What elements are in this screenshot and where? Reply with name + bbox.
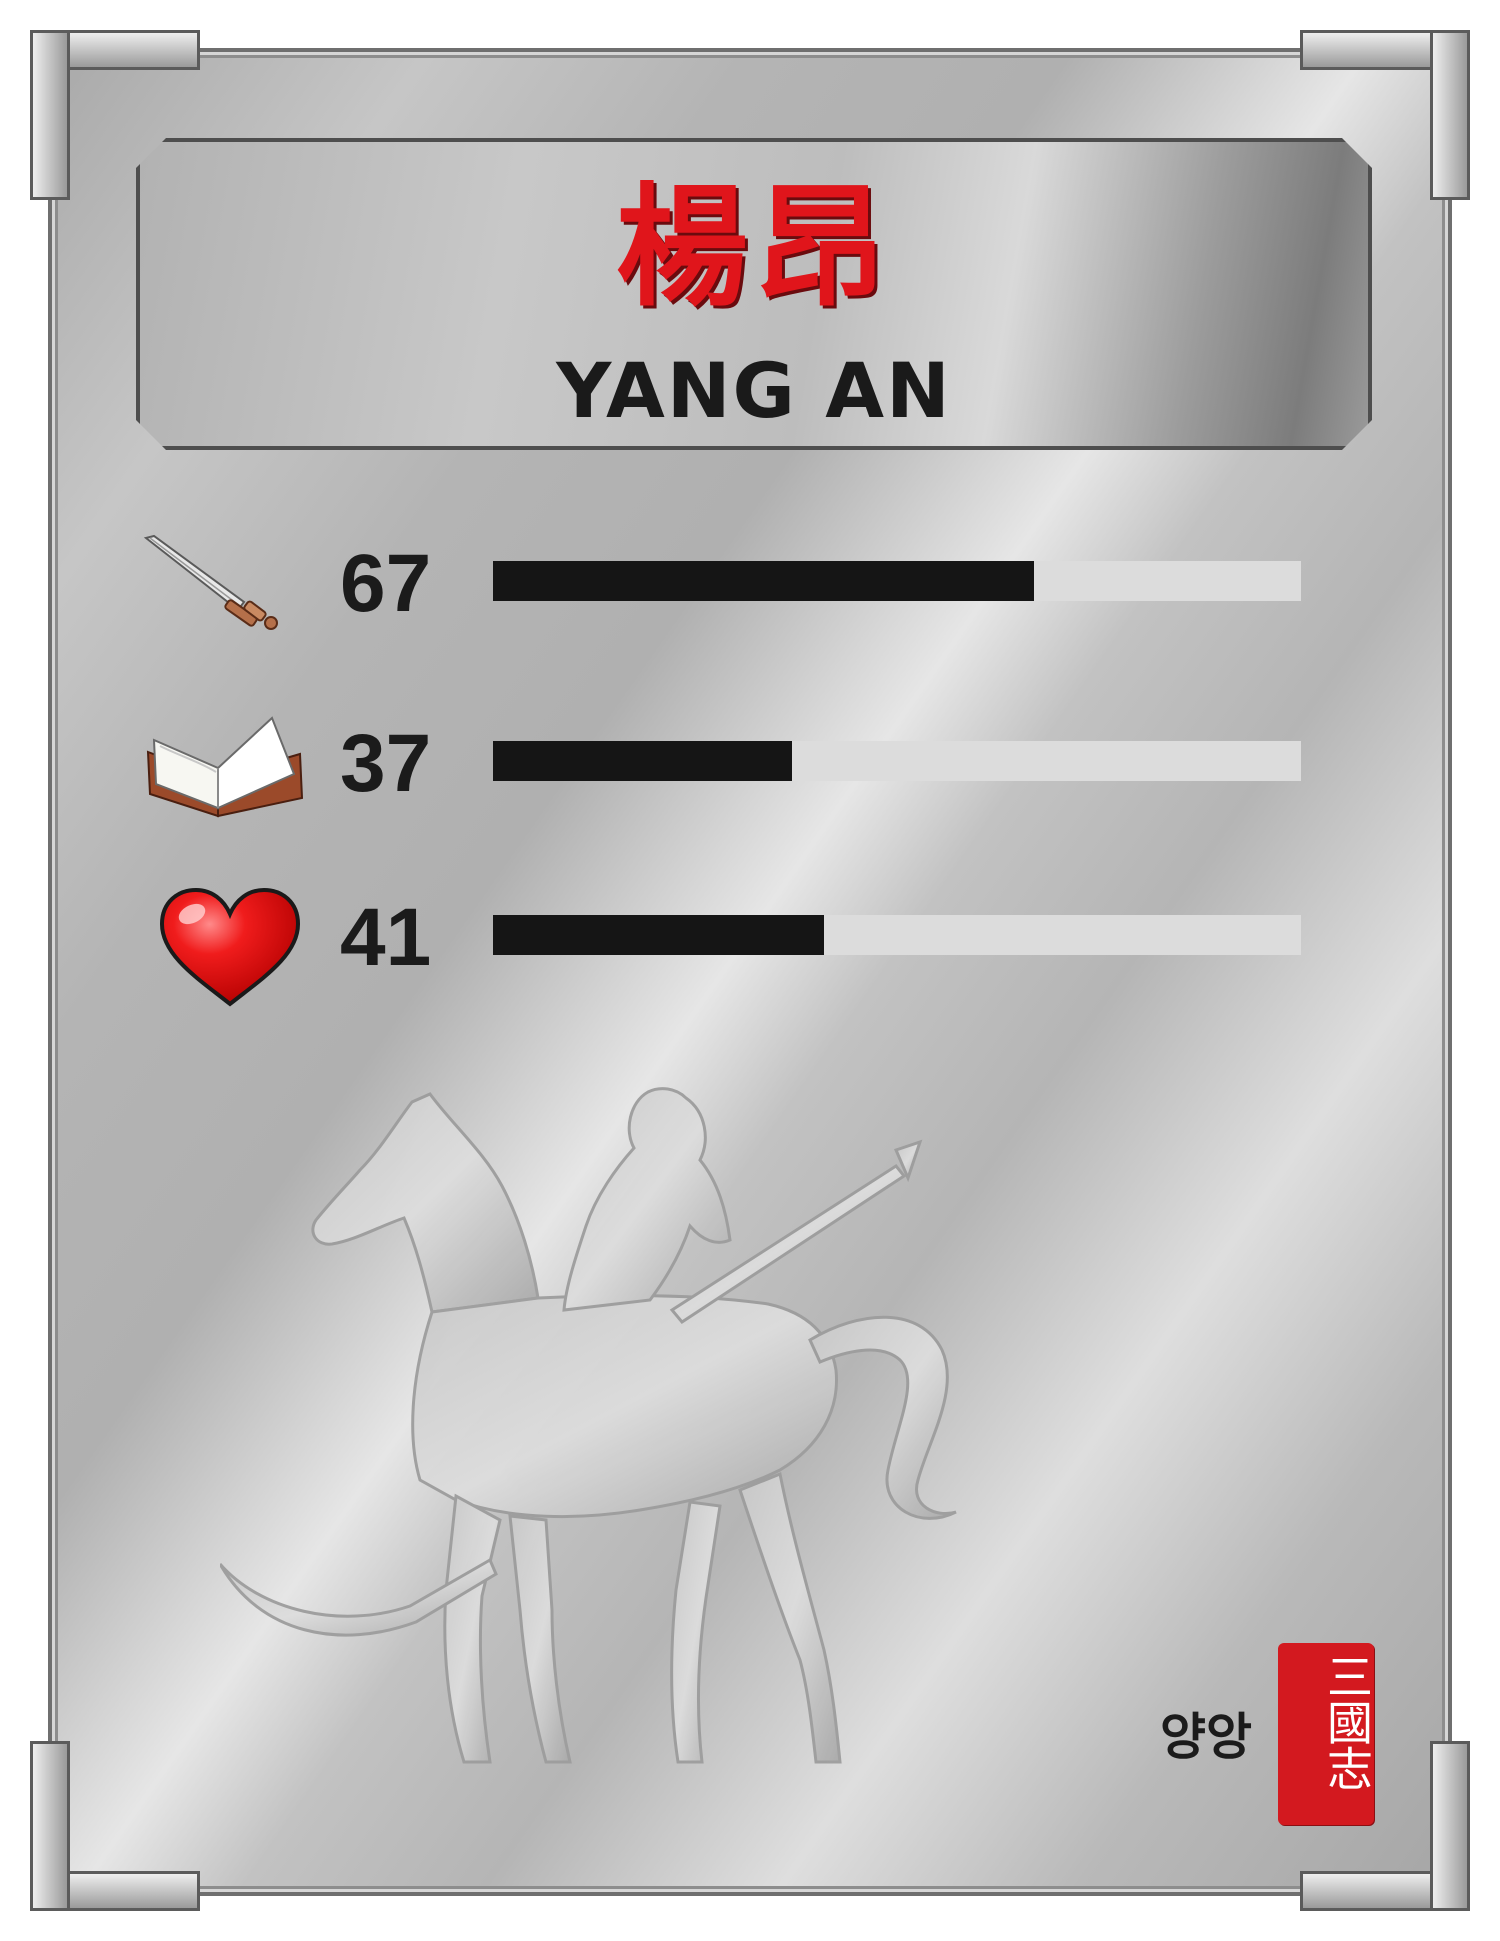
- stat-row-politics: 41: [140, 884, 1310, 1007]
- stat-bar-fill-politics: [493, 915, 825, 955]
- seal-text: 三國志: [1320, 1653, 1374, 1791]
- stat-bar-track-politics: [493, 915, 1301, 955]
- character-name-chinese: 楊昂: [616, 171, 892, 325]
- stat-bar-fill-intelligence: [493, 741, 792, 781]
- heart-icon: [159, 887, 301, 1007]
- stat-bar-fill-strength: [493, 561, 1035, 601]
- character-name-korean: 양앙: [1160, 1708, 1252, 1766]
- stat-value-intelligence: 37: [340, 718, 432, 809]
- red-seal-stamp: 三國志: [1278, 1643, 1374, 1825]
- stat-bar-track-strength: [493, 561, 1301, 601]
- stat-row-intelligence: 37: [140, 710, 1310, 820]
- corner-bracket-bottom-left: [30, 1741, 200, 1911]
- sword-icon: [143, 534, 278, 630]
- title-plate: 楊昂 YANG AN: [136, 138, 1372, 450]
- character-name-english: YANG AN: [556, 346, 952, 435]
- stat-value-strength: 67: [340, 538, 432, 629]
- stat-bar-track-intelligence: [493, 741, 1301, 781]
- horse-rider-emblem: [220, 1087, 957, 1764]
- book-icon: [146, 716, 304, 818]
- stat-row-strength: 67: [140, 530, 1310, 640]
- stat-value-politics: 41: [340, 892, 432, 983]
